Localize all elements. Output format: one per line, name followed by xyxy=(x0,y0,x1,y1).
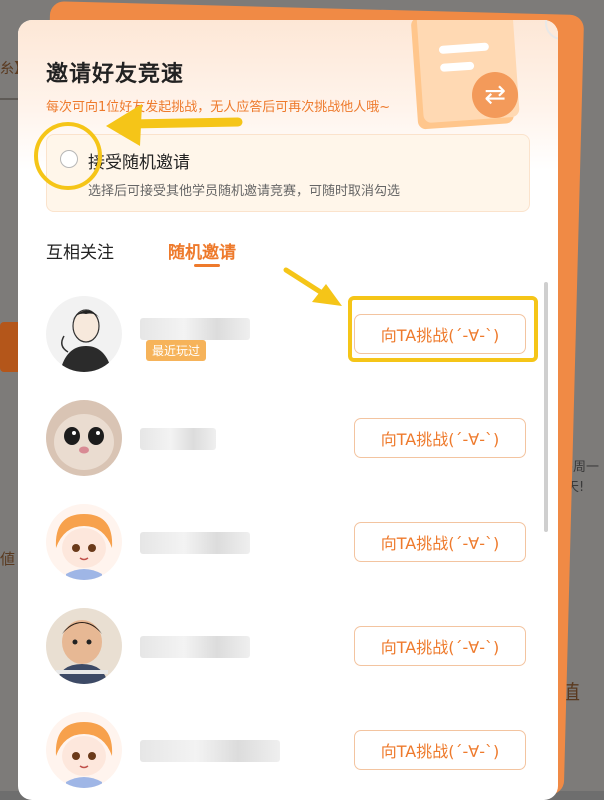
friend-name-blurred xyxy=(140,636,250,658)
friend-name-blurred xyxy=(140,428,216,450)
challenge-button[interactable]: 向TA挑战(´-∀-`) xyxy=(354,730,526,770)
random-invite-label[interactable]: 接受随机邀请 xyxy=(88,148,190,173)
active-tab-indicator xyxy=(194,264,220,267)
friend-row: 向TA挑战(´-∀-`) xyxy=(18,490,558,594)
tab-mutual-follow[interactable]: 互相关注 xyxy=(46,238,114,263)
annotation-circle xyxy=(34,122,102,190)
friend-row: 向TA挑战(´-∀-`) xyxy=(18,386,558,490)
child-photo-avatar xyxy=(46,608,122,684)
bg-text: 値 xyxy=(0,550,16,568)
friend-name-blurred xyxy=(140,318,250,340)
friend-row: 向TA挑战(´-∀-`) xyxy=(18,698,558,800)
scrollbar[interactable] xyxy=(544,282,548,532)
random-invite-option[interactable] xyxy=(46,134,530,212)
swap-icon: ⇄ xyxy=(472,72,518,118)
dialog-title: 邀请好友竞速 xyxy=(46,62,185,87)
challenge-button[interactable]: 向TA挑战(´-∀-`) xyxy=(354,418,526,458)
friend-row: 向TA挑战(´-∀-`) xyxy=(18,594,558,698)
annotation-box xyxy=(348,296,538,362)
anime-girl-avatar xyxy=(46,504,122,580)
dialog-subtitle: 每次可向1位好友发起挑战，无人应答后可再次挑战他人哦~ xyxy=(46,100,391,115)
friend-name-blurred xyxy=(140,532,250,554)
friend-name-blurred xyxy=(140,740,280,762)
random-invite-description: 选择后可接受其他学员随机邀请竞赛，可随时取消勾选 xyxy=(88,184,401,199)
recently-played-badge: 最近玩过 xyxy=(146,340,207,361)
challenge-button[interactable]: 向TA挑战(´-∀-`) xyxy=(354,522,526,562)
anime-girl-avatar xyxy=(46,712,122,788)
cat-avatar xyxy=(46,400,122,476)
man-sketch-avatar xyxy=(46,296,122,372)
invite-dialog: ⇄ 邀请好友竞速 每次可向1位好友发起挑战，无人应答后可再次挑战他人哦~ 接受随… xyxy=(18,20,558,800)
tab-random-invite[interactable]: 随机邀请 xyxy=(168,238,236,263)
challenge-button[interactable]: 向TA挑战(´-∀-`) xyxy=(354,626,526,666)
